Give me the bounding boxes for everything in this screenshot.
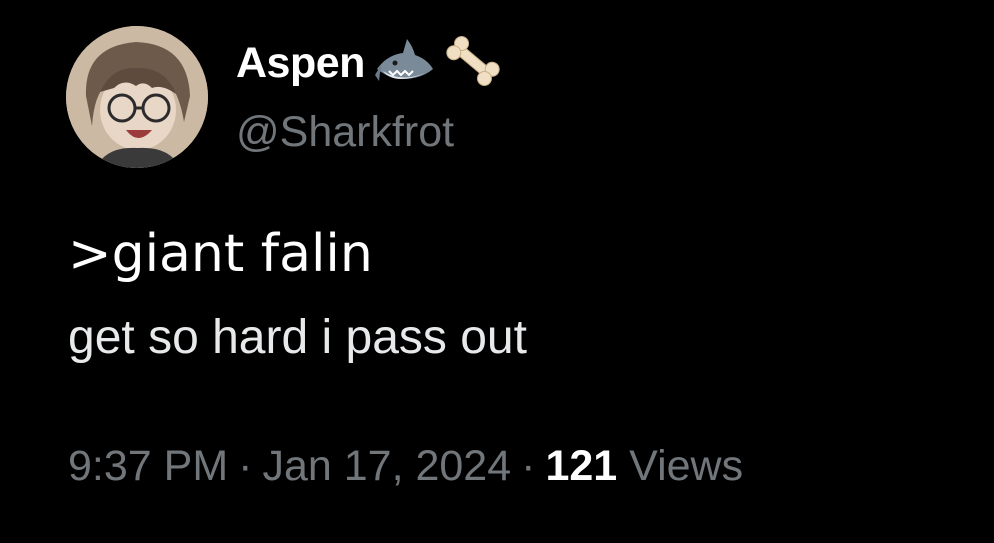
meta-separator: · bbox=[238, 442, 253, 490]
views-count[interactable]: 121 bbox=[545, 442, 617, 490]
tweet-time[interactable]: 9:37 PM bbox=[68, 442, 228, 490]
avatar[interactable] bbox=[66, 26, 208, 168]
tweet-line-2: get so hard i pass out bbox=[68, 311, 527, 364]
tweet-text: >giant falin get so hard i pass out bbox=[68, 222, 527, 368]
views-label: Views bbox=[629, 442, 744, 490]
bone-icon bbox=[443, 33, 503, 94]
tweet-date[interactable]: Jan 17, 2024 bbox=[262, 442, 511, 490]
display-name-row: Aspen bbox=[236, 30, 503, 96]
display-name[interactable]: Aspen bbox=[236, 39, 365, 88]
user-handle[interactable]: @Sharkfrot bbox=[236, 108, 454, 157]
avatar-image bbox=[66, 26, 208, 168]
tweet-line-1: >giant falin bbox=[68, 224, 373, 284]
tweet-meta: 9:37 PM · Jan 17, 2024 · 121 Views bbox=[68, 442, 743, 491]
tweet-card: Aspen @Sharkfrot >giant falin get so har… bbox=[0, 0, 994, 543]
shark-icon bbox=[373, 35, 435, 92]
meta-separator: · bbox=[521, 442, 536, 490]
